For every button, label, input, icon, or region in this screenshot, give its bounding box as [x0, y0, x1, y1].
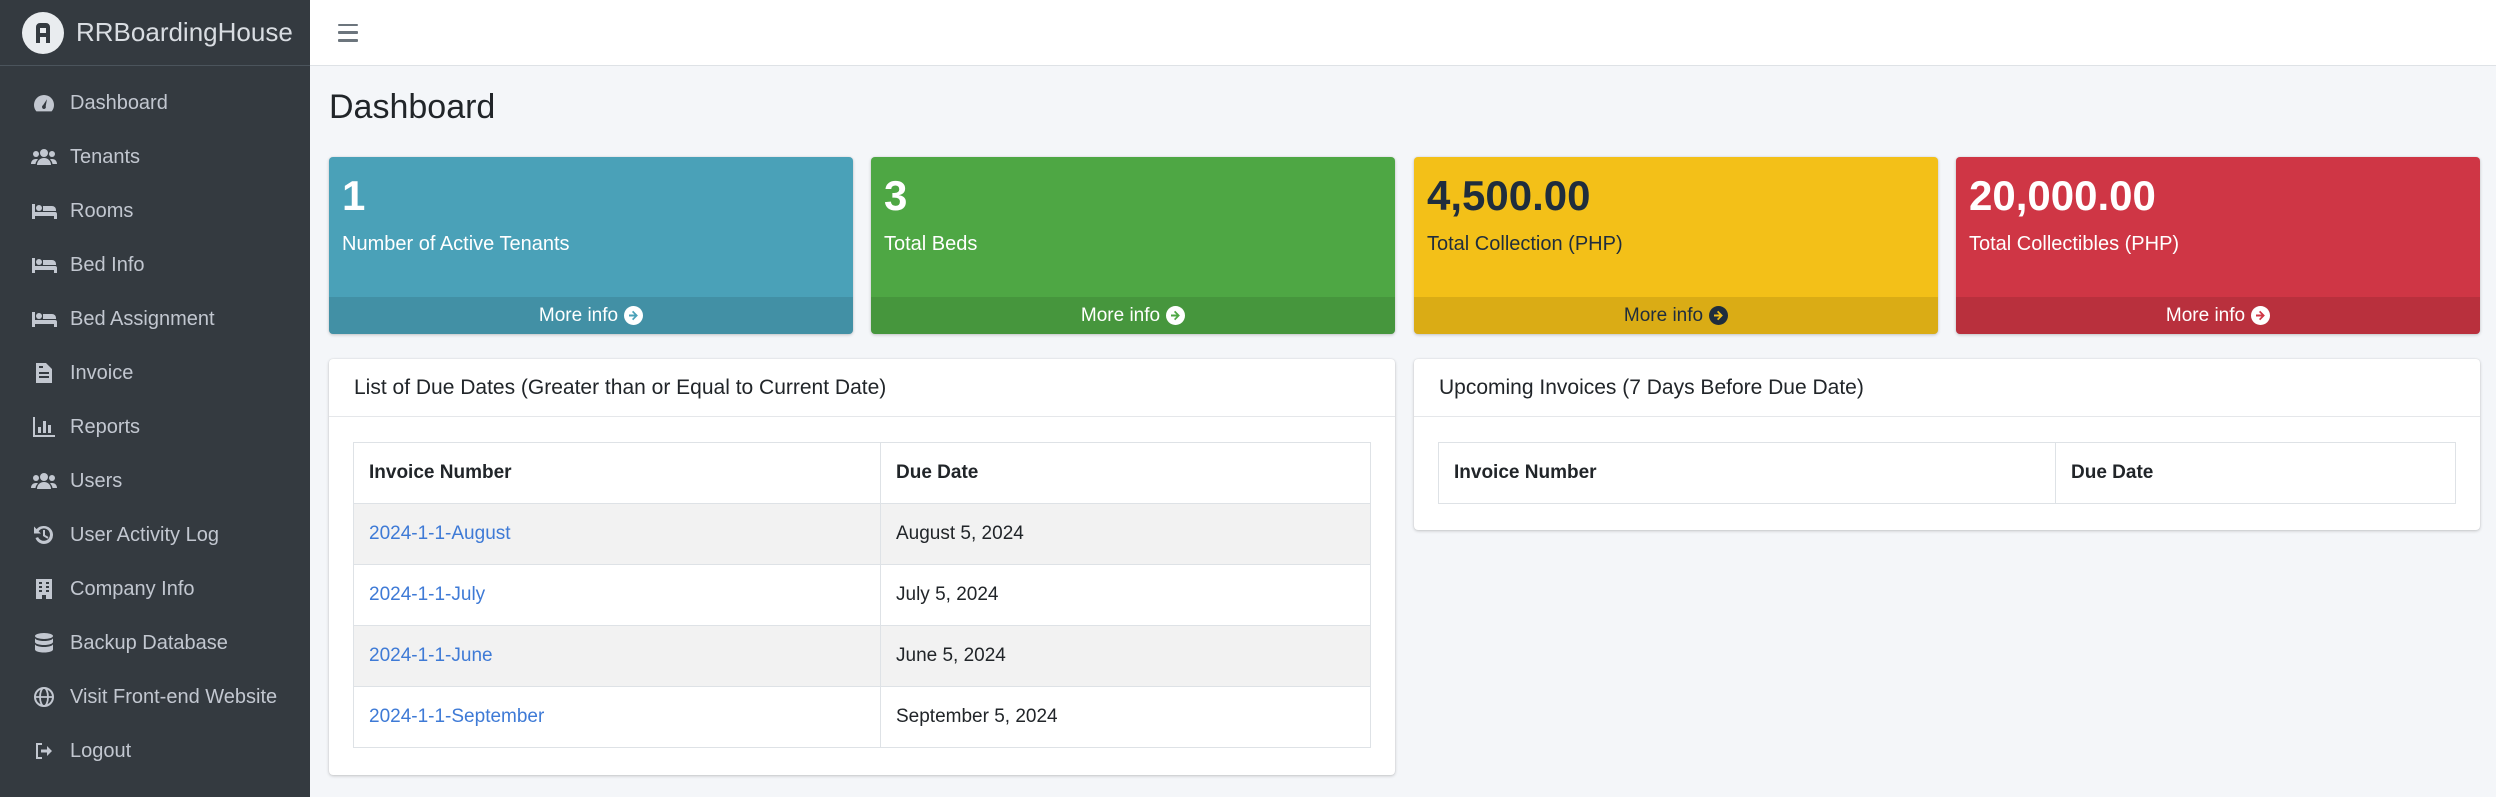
invoice-number-cell: 2024-1-1-August [353, 503, 881, 565]
sidebar-item-backup-database[interactable]: Backup Database [0, 616, 310, 670]
stat-box-active-tenants: 1 Number of Active Tenants More info [329, 157, 853, 334]
sidebar-item-label: Backup Database [70, 631, 228, 654]
sidebar-item-bed-assignment[interactable]: Bed Assignment [0, 292, 310, 346]
file-invoice-icon [30, 362, 58, 384]
invoice-link[interactable]: 2024-1-1-September [369, 706, 544, 727]
more-info-label: More info [1623, 304, 1704, 326]
sidebar-item-logout[interactable]: Logout [0, 724, 310, 778]
arrow-circle-right-icon [2251, 306, 2271, 325]
sidebar-item-label: Visit Front-end Website [70, 685, 278, 708]
users-icon [30, 146, 58, 168]
due-date-cell: July 5, 2024 [880, 564, 1371, 626]
sidebar-item-label: Company Info [70, 577, 195, 600]
due-date-cell: September 5, 2024 [880, 686, 1371, 748]
due-dates-card-title: List of Due Dates (Greater than or Equal… [329, 359, 1395, 417]
invoice-link[interactable]: 2024-1-1-June [369, 645, 493, 666]
stat-label: Total Collectibles (PHP) [1969, 233, 2180, 256]
table-row: 2024-1-1-July July 5, 2024 [353, 564, 1371, 626]
sidebar-toggle-icon[interactable] [338, 23, 358, 42]
sidebar-item-rooms[interactable]: Rooms [0, 184, 310, 238]
stat-value: 1 [342, 172, 366, 219]
sidebar-nav: Dashboard Tenants Rooms Bed Info Bed Ass… [0, 66, 310, 778]
sidebar-item-label: Reports [70, 415, 141, 438]
due-date-cell: June 5, 2024 [880, 625, 1371, 687]
sidebar-item-visit-front-end-website[interactable]: Visit Front-end Website [0, 670, 310, 724]
brand-logo-icon [22, 11, 64, 54]
table-row: 2024-1-1-June June 5, 2024 [353, 625, 1371, 687]
invoice-link[interactable]: 2024-1-1-July [369, 584, 485, 605]
database-icon [30, 632, 58, 654]
sidebar-item-dashboard[interactable]: Dashboard [0, 76, 310, 130]
sidebar-item-user-activity-log[interactable]: User Activity Log [0, 508, 310, 562]
sidebar-item-label: Invoice [70, 361, 134, 384]
arrow-circle-right-icon [1166, 306, 1186, 325]
sidebar-item-bed-info[interactable]: Bed Info [0, 238, 310, 292]
more-info-link[interactable]: More info [329, 297, 853, 334]
table-row: 2024-1-1-September September 5, 2024 [353, 686, 1371, 748]
more-info-label: More info [1080, 304, 1161, 326]
invoice-link[interactable]: 2024-1-1-August [369, 523, 511, 544]
sidebar-item-label: Users [70, 469, 123, 492]
more-info-link[interactable]: More info [1414, 297, 1938, 334]
column-header-due-date: Due Date [880, 442, 1371, 504]
upcoming-invoices-card: Upcoming Invoices (7 Days Before Due Dat… [1414, 359, 2480, 530]
sidebar-item-label: Tenants [70, 145, 141, 168]
arrow-circle-right-icon [624, 306, 644, 325]
column-header-due-date: Due Date [2055, 442, 2456, 504]
more-info-label: More info [2165, 304, 2246, 326]
sidebar-item-label: User Activity Log [70, 523, 219, 546]
sidebar-item-label: Bed Assignment [70, 307, 215, 330]
brand-name: RRBoardingHouse [76, 17, 293, 47]
sidebar-item-label: Rooms [70, 199, 134, 222]
stat-label: Total Collection (PHP) [1427, 233, 1623, 256]
sidebar-item-label: Dashboard [70, 91, 168, 114]
bed-icon [30, 200, 58, 222]
stat-value: 20,000.00 [1969, 172, 2156, 219]
tachometer-icon [30, 92, 58, 114]
due-dates-table: Invoice Number Due Date 2024-1-1-August … [353, 442, 1371, 748]
stat-box-total-beds: 3 Total Beds More info [871, 157, 1395, 334]
more-info-link[interactable]: More info [1956, 297, 2480, 334]
sign-out-icon [30, 740, 58, 762]
arrow-circle-right-icon [1709, 306, 1729, 325]
sidebar-item-invoice[interactable]: Invoice [0, 346, 310, 400]
chart-bar-icon [30, 416, 58, 438]
sidebar-item-reports[interactable]: Reports [0, 400, 310, 454]
users-icon [30, 470, 58, 492]
more-info-link[interactable]: More info [871, 297, 1395, 334]
column-header-invoice-number: Invoice Number [353, 442, 881, 504]
bed-icon [30, 254, 58, 276]
bed-icon [30, 308, 58, 330]
due-dates-card: List of Due Dates (Greater than or Equal… [329, 359, 1395, 775]
sidebar-item-label: Logout [70, 739, 132, 762]
sidebar-item-users[interactable]: Users [0, 454, 310, 508]
stat-value: 3 [884, 172, 908, 219]
column-header-invoice-number: Invoice Number [1438, 442, 2056, 504]
upcoming-invoices-table: Invoice Number Due Date [1438, 442, 2456, 504]
invoice-number-cell: 2024-1-1-July [353, 564, 881, 626]
invoice-number-cell: 2024-1-1-June [353, 625, 881, 687]
invoice-number-cell: 2024-1-1-September [353, 686, 881, 748]
globe-icon [30, 686, 58, 708]
stat-label: Number of Active Tenants [342, 233, 570, 256]
due-date-cell: August 5, 2024 [880, 503, 1371, 565]
history-icon [30, 524, 58, 546]
stat-value: 4,500.00 [1427, 172, 1591, 219]
brand-link[interactable]: RRBoardingHouse [0, 0, 310, 66]
top-navbar [310, 0, 2496, 66]
sidebar-item-company-info[interactable]: Company Info [0, 562, 310, 616]
page-title: Dashboard [329, 88, 496, 126]
stat-box-total-collectibles: 20,000.00 Total Collectibles (PHP) More … [1956, 157, 2480, 334]
building-icon [30, 578, 58, 600]
more-info-label: More info [538, 304, 619, 326]
sidebar-item-label: Bed Info [70, 253, 145, 276]
stat-label: Total Beds [884, 233, 978, 256]
table-row: 2024-1-1-August August 5, 2024 [353, 503, 1371, 565]
stat-box-total-collection: 4,500.00 Total Collection (PHP) More inf… [1414, 157, 1938, 334]
sidebar: RRBoardingHouse Dashboard Tenants Rooms … [0, 0, 310, 797]
upcoming-invoices-card-title: Upcoming Invoices (7 Days Before Due Dat… [1414, 359, 2480, 417]
sidebar-item-tenants[interactable]: Tenants [0, 130, 310, 184]
